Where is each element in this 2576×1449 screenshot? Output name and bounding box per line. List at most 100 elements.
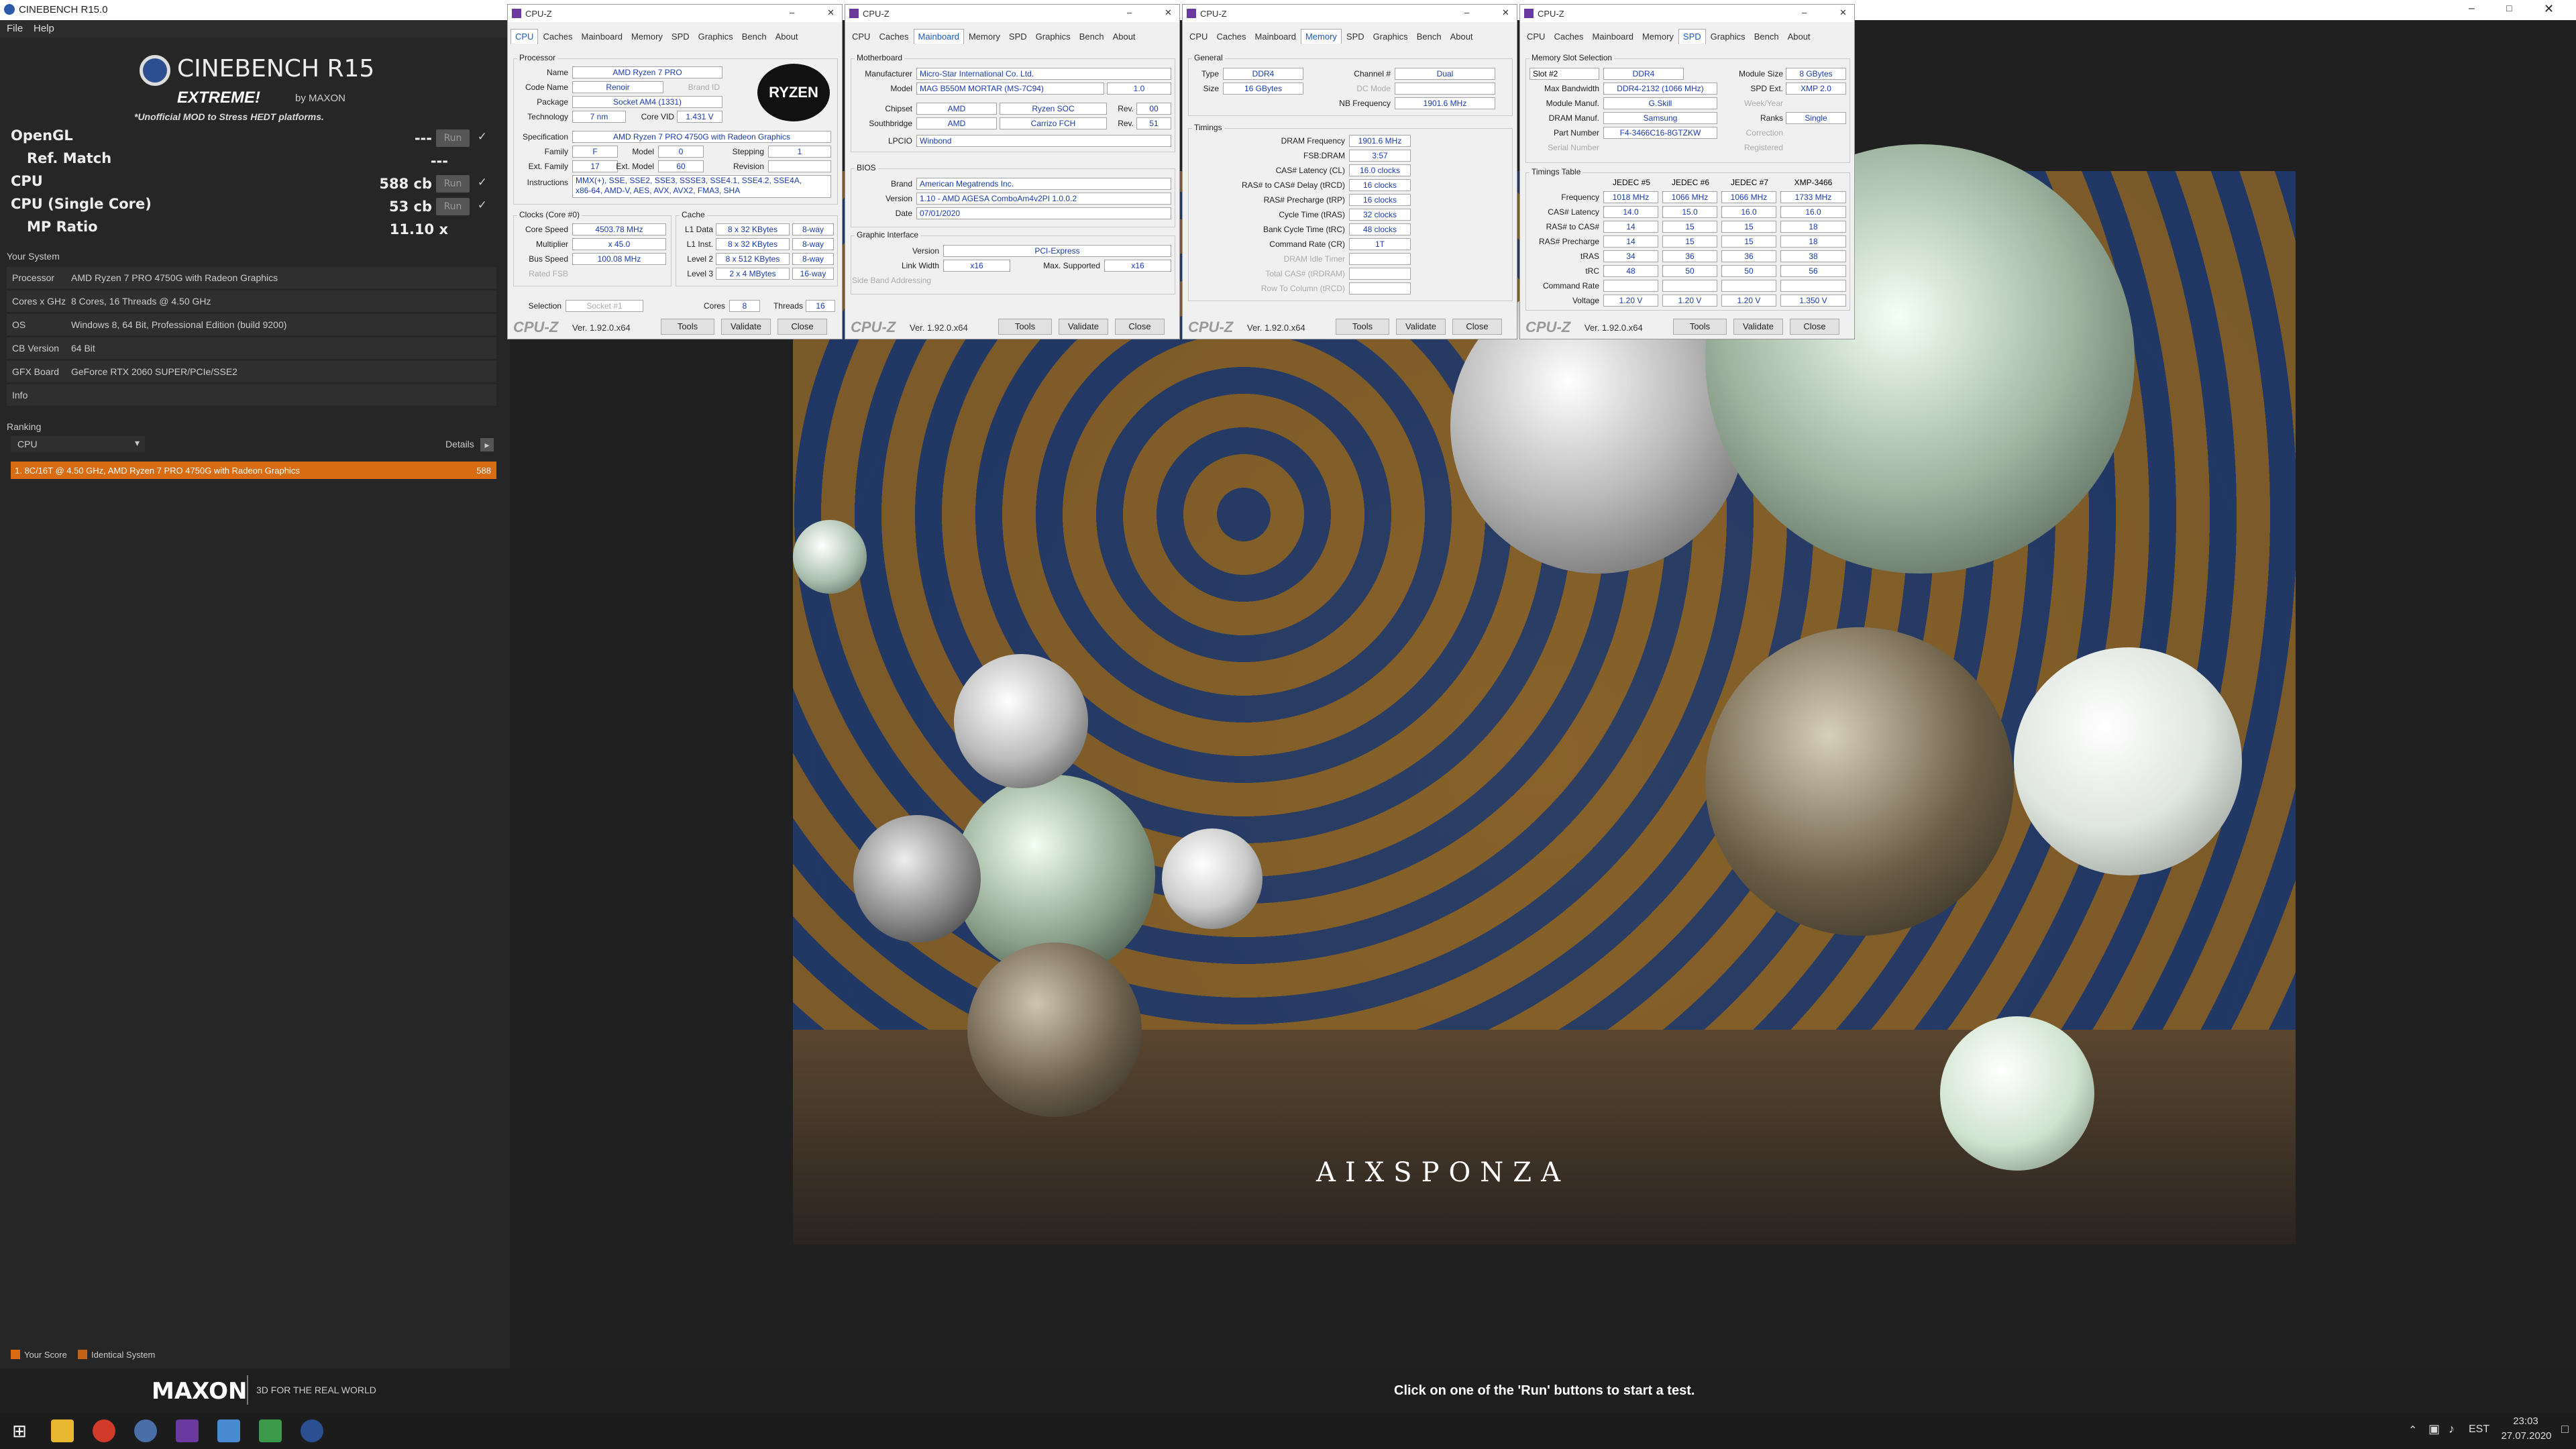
minimize-icon[interactable]: –	[2469, 3, 2475, 15]
system-row: Processor AMD Ryzen 7 PRO 4750G with Rade…	[7, 267, 496, 288]
minimize-icon[interactable]: –	[1464, 7, 1469, 17]
tab-cpu[interactable]: CPU	[511, 29, 539, 44]
cpu-single-score: 53 cb	[388, 199, 432, 215]
close-icon[interactable]: ✕	[1165, 7, 1172, 18]
ranking-entry[interactable]: 1. 8C/16T @ 4.50 GHz, AMD Ryzen 7 PRO 47…	[11, 462, 496, 479]
notification-icon[interactable]: □	[2561, 1422, 2569, 1436]
tab-memory[interactable]: Memory	[1638, 30, 1678, 44]
tab-cpu[interactable]: CPU	[1523, 30, 1549, 44]
tab-bench[interactable]: Bench	[1075, 30, 1108, 44]
trp-label: RAS# Precharge (tRP)	[1263, 195, 1345, 205]
tab-spd[interactable]: SPD	[1678, 29, 1706, 44]
menu-help[interactable]: Help	[34, 23, 54, 34]
corevid-field: 1.431 V	[677, 111, 722, 123]
tray-chevron-up-icon[interactable]: ⌃	[2408, 1424, 2417, 1437]
chrome-icon[interactable]	[93, 1419, 115, 1442]
clock-date[interactable]: 27.07.2020	[2493, 1430, 2560, 1442]
app-icon[interactable]	[217, 1419, 240, 1442]
cpu-single-run-button[interactable]: Run	[436, 198, 470, 215]
close-button[interactable]: Close	[1452, 319, 1502, 335]
tab-mainboard[interactable]: Mainboard	[913, 29, 964, 44]
tools-button[interactable]: Tools	[1336, 319, 1389, 335]
tab-caches[interactable]: Caches	[1550, 30, 1587, 44]
tools-button[interactable]: Tools	[661, 319, 714, 335]
lpcio-label: LPCIO	[888, 136, 912, 146]
tab-about[interactable]: About	[1109, 30, 1140, 44]
cpuz-tabs: CPU Caches Mainboard Memory SPD Graphics Bench…	[848, 29, 1140, 46]
close-button[interactable]: Close	[1115, 319, 1165, 335]
tab-graphics[interactable]: Graphics	[1369, 30, 1412, 44]
details-expand-button[interactable]: ▸	[480, 438, 494, 451]
tab-mainboard[interactable]: Mainboard	[578, 30, 627, 44]
maximize-icon[interactable]: □	[2506, 3, 2512, 13]
tab-caches[interactable]: Caches	[875, 30, 912, 44]
close-icon[interactable]: ✕	[827, 7, 835, 18]
close-button[interactable]: Close	[777, 319, 827, 335]
tab-graphics[interactable]: Graphics	[694, 30, 737, 44]
chipset-field: Ryzen SOC	[1000, 103, 1107, 115]
cpu-single-check-icon[interactable]: ✓	[478, 199, 487, 212]
close-button[interactable]: Close	[1790, 319, 1839, 335]
timings-cell: 15	[1721, 235, 1776, 248]
windows-start-icon[interactable]: ⊞	[8, 1419, 31, 1442]
tab-caches[interactable]: Caches	[1212, 30, 1250, 44]
close-icon[interactable]: ✕	[2544, 2, 2554, 16]
cpuz-taskbar-icon[interactable]	[176, 1419, 199, 1442]
tab-graphics[interactable]: Graphics	[1032, 30, 1075, 44]
tab-memory[interactable]: Memory	[1300, 29, 1342, 44]
tab-cpu[interactable]: CPU	[1185, 30, 1212, 44]
tab-graphics[interactable]: Graphics	[1707, 30, 1750, 44]
cinebench-taskbar-icon[interactable]	[301, 1419, 323, 1442]
tools-button[interactable]: Tools	[998, 319, 1052, 335]
clock-time[interactable]: 23:03	[2502, 1415, 2549, 1427]
extfamily-label: Ext. Family	[528, 162, 568, 171]
minimize-icon[interactable]: –	[1802, 7, 1807, 17]
legend-your-score: Your Score	[24, 1350, 67, 1360]
app-icon[interactable]	[259, 1419, 282, 1442]
tab-spd[interactable]: SPD	[1005, 30, 1031, 44]
opengl-check-icon[interactable]: ✓	[478, 130, 487, 144]
tab-bench[interactable]: Bench	[1413, 30, 1446, 44]
tab-about[interactable]: About	[1784, 30, 1815, 44]
ranking-select[interactable]: CPU ▾	[11, 436, 145, 452]
tab-caches[interactable]: Caches	[539, 30, 576, 44]
tab-spd[interactable]: SPD	[1342, 30, 1368, 44]
opengl-run-button[interactable]: Run	[436, 129, 470, 147]
slot-select[interactable]: Slot #2	[1529, 68, 1599, 80]
validate-button[interactable]: Validate	[1733, 319, 1783, 335]
tools-button[interactable]: Tools	[1673, 319, 1727, 335]
close-icon[interactable]: ✕	[1839, 7, 1847, 18]
cpu-check-icon[interactable]: ✓	[478, 176, 487, 189]
table-row: RAS# to CAS# 14 15 15 18	[1520, 221, 1856, 235]
menu-file[interactable]: File	[7, 23, 23, 34]
tab-memory[interactable]: Memory	[965, 30, 1004, 44]
minimize-icon[interactable]: –	[790, 7, 794, 17]
close-icon[interactable]: ✕	[1502, 7, 1509, 18]
cpu-run-button[interactable]: Run	[436, 175, 470, 193]
tab-bench[interactable]: Bench	[738, 30, 771, 44]
tab-bench[interactable]: Bench	[1750, 30, 1783, 44]
volume-icon[interactable]: ♪	[2449, 1422, 2455, 1436]
tab-about[interactable]: About	[1446, 30, 1477, 44]
l1data-label: L1 Data	[684, 225, 713, 234]
validate-button[interactable]: Validate	[1059, 319, 1108, 335]
selection-label: Selection	[528, 301, 561, 311]
bios-brand-label: Brand	[890, 179, 912, 189]
language-indicator[interactable]: EST	[2469, 1424, 2489, 1436]
tab-cpu[interactable]: CPU	[848, 30, 874, 44]
validate-button[interactable]: Validate	[721, 319, 771, 335]
system-key: GFX Board	[12, 366, 60, 377]
socket-select[interactable]: Socket #1	[566, 300, 643, 312]
tab-memory[interactable]: Memory	[627, 30, 667, 44]
validate-button[interactable]: Validate	[1396, 319, 1446, 335]
tab-spd[interactable]: SPD	[667, 30, 694, 44]
cinebench-footer: MAXON 3D FOR THE REAL WORLD Click on one…	[0, 1368, 2576, 1413]
tab-mainboard[interactable]: Mainboard	[1589, 30, 1638, 44]
app-icon[interactable]	[134, 1419, 157, 1442]
white-sphere	[1940, 1016, 2094, 1171]
file-explorer-icon[interactable]	[51, 1419, 74, 1442]
tab-mainboard[interactable]: Mainboard	[1251, 30, 1300, 44]
tab-about[interactable]: About	[771, 30, 802, 44]
network-icon[interactable]: ▣	[2428, 1422, 2440, 1436]
minimize-icon[interactable]: –	[1127, 7, 1132, 17]
